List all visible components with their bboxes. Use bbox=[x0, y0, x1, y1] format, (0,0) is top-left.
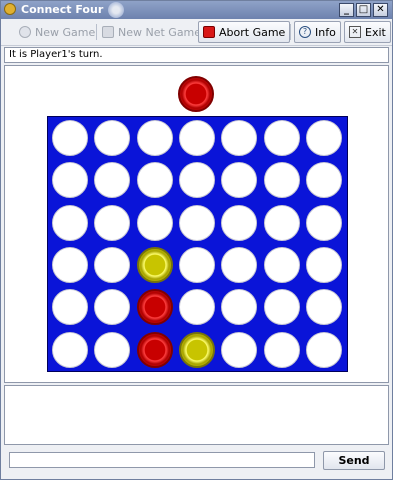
board-hole[interactable] bbox=[305, 246, 342, 283]
board-hole[interactable] bbox=[263, 289, 300, 326]
current-player-disc bbox=[177, 76, 214, 112]
board-hole[interactable] bbox=[178, 204, 215, 241]
board-hole[interactable] bbox=[94, 162, 131, 199]
minimize-icon[interactable]: _ bbox=[339, 3, 354, 17]
yellow-disc[interactable] bbox=[178, 331, 215, 368]
play-icon bbox=[19, 26, 31, 38]
send-button[interactable]: Send bbox=[323, 451, 385, 470]
network-icon bbox=[102, 26, 114, 38]
board-hole[interactable] bbox=[136, 120, 173, 156]
exit-label: Exit bbox=[365, 25, 386, 39]
close-icon[interactable]: ✕ bbox=[373, 3, 388, 17]
board-hole[interactable] bbox=[263, 331, 300, 368]
board-hole[interactable] bbox=[52, 289, 88, 326]
board-hole[interactable] bbox=[178, 162, 215, 199]
board-hole[interactable] bbox=[221, 246, 258, 283]
title-bar[interactable]: Connect Four _ □ ✕ bbox=[1, 1, 392, 19]
board-hole[interactable] bbox=[221, 331, 258, 368]
board-hole[interactable] bbox=[263, 204, 300, 241]
red-disc[interactable] bbox=[136, 331, 173, 368]
red-disc[interactable] bbox=[136, 289, 173, 326]
maximize-icon[interactable]: □ bbox=[356, 3, 371, 17]
status-message: It is Player1's turn. bbox=[4, 47, 389, 63]
board-hole[interactable] bbox=[136, 204, 173, 241]
window-title: Connect Four bbox=[21, 3, 104, 16]
abort-game-label: Abort Game bbox=[219, 25, 286, 39]
board-hole[interactable] bbox=[305, 162, 342, 199]
board-hole[interactable] bbox=[94, 246, 131, 283]
stop-icon bbox=[203, 26, 215, 38]
chat-history bbox=[4, 385, 389, 445]
board-hole[interactable] bbox=[94, 331, 131, 368]
board-hole[interactable] bbox=[263, 120, 300, 156]
board-hole[interactable] bbox=[178, 289, 215, 326]
board-hole[interactable] bbox=[94, 204, 131, 241]
info-label: Info bbox=[315, 25, 336, 39]
board-hole[interactable] bbox=[52, 120, 88, 156]
app-icon bbox=[4, 3, 16, 15]
board-hole[interactable] bbox=[52, 246, 88, 283]
board-hole[interactable] bbox=[52, 331, 88, 368]
board-hole[interactable] bbox=[221, 162, 258, 199]
yellow-disc[interactable] bbox=[136, 246, 173, 283]
new-game-button[interactable]: New Game bbox=[15, 21, 99, 43]
toolbar-separator bbox=[290, 24, 291, 40]
game-board[interactable] bbox=[47, 116, 348, 372]
board-hole[interactable] bbox=[136, 162, 173, 199]
exit-icon: ✕ bbox=[349, 26, 361, 38]
info-button[interactable]: ? Info bbox=[294, 21, 341, 43]
board-hole[interactable] bbox=[94, 120, 131, 156]
board-hole[interactable] bbox=[305, 331, 342, 368]
toolbar: New Game New Net Game Abort Game ? Info … bbox=[1, 19, 392, 46]
new-net-game-button[interactable]: New Net Game bbox=[98, 21, 205, 43]
title-decoration-icon bbox=[108, 2, 124, 18]
chat-input[interactable] bbox=[9, 452, 315, 468]
board-hole[interactable] bbox=[221, 120, 258, 156]
connect-four-window: Connect Four _ □ ✕ New Game New Net Game… bbox=[0, 0, 393, 480]
board-hole[interactable] bbox=[52, 162, 88, 199]
board-hole[interactable] bbox=[305, 204, 342, 241]
board-hole[interactable] bbox=[221, 204, 258, 241]
abort-game-button[interactable]: Abort Game bbox=[198, 21, 291, 43]
board-hole[interactable] bbox=[263, 162, 300, 199]
board-hole[interactable] bbox=[221, 289, 258, 326]
new-game-label: New Game bbox=[35, 25, 96, 39]
new-net-game-label: New Net Game bbox=[118, 25, 202, 39]
exit-button[interactable]: ✕ Exit bbox=[344, 21, 391, 43]
board-hole[interactable] bbox=[178, 246, 215, 283]
board-hole[interactable] bbox=[305, 120, 342, 156]
board-hole[interactable] bbox=[178, 120, 215, 156]
toolbar-separator bbox=[96, 24, 97, 40]
board-hole[interactable] bbox=[94, 289, 131, 326]
board-hole[interactable] bbox=[305, 289, 342, 326]
board-hole[interactable] bbox=[52, 204, 88, 241]
help-icon: ? bbox=[299, 26, 311, 38]
board-hole[interactable] bbox=[263, 246, 300, 283]
